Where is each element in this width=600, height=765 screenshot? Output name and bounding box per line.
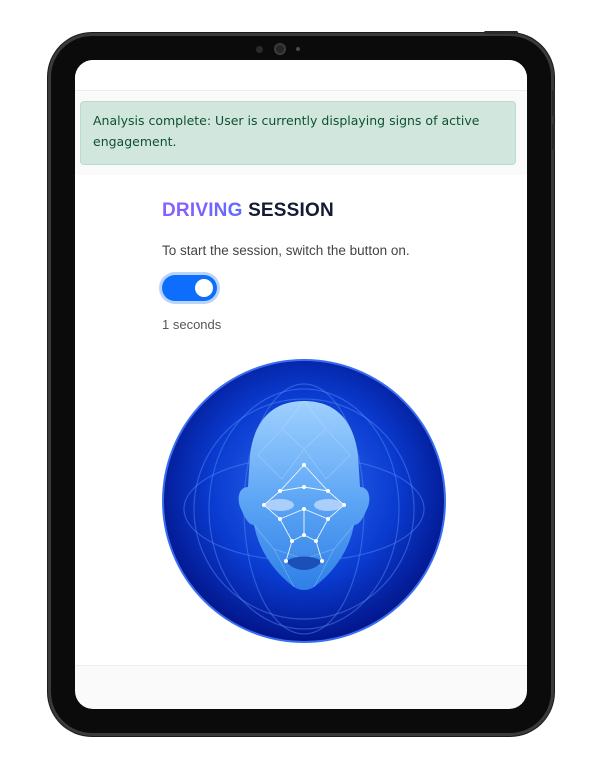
tablet-side-button-top: [484, 31, 518, 34]
camera-sensor-icon: [256, 46, 263, 53]
elapsed-seconds: 1 seconds: [162, 317, 222, 332]
camera-indicator-icon: [296, 47, 300, 51]
session-title-driving: DRIVING: [162, 200, 243, 221]
session-instruction: To start the session, switch the button …: [162, 243, 410, 258]
camera-bar: [250, 42, 306, 56]
alert-text-line2: engagement.: [93, 134, 177, 149]
face-scan-icon: [162, 359, 446, 643]
analysis-alert: Analysis complete: User is currently dis…: [80, 101, 516, 165]
session-title-session: SESSION: [248, 200, 334, 221]
tablet-side-button-lower: [552, 124, 555, 150]
session-title: DRIVING SESSION: [162, 200, 334, 222]
session-toggle[interactable]: [162, 275, 217, 301]
alert-text-line1: Analysis complete: User is currently dis…: [93, 113, 480, 128]
toggle-knob: [195, 279, 213, 297]
tablet-screen: Analysis complete: User is currently dis…: [75, 60, 527, 709]
top-bar: [75, 60, 527, 91]
face-scan-illustration: [162, 359, 446, 643]
session-card: DRIVING SESSION To start the session, sw…: [75, 175, 527, 666]
camera-lens-icon: [274, 43, 286, 55]
tablet-side-button-upper: [552, 90, 555, 116]
